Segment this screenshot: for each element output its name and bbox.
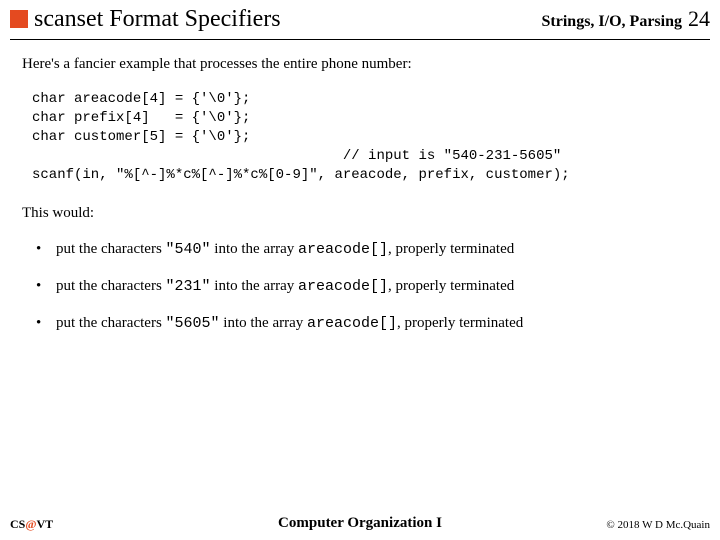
title-bullet-icon (10, 10, 28, 28)
footer-at: @ (25, 517, 36, 531)
footer-vt: VT (37, 517, 54, 531)
intro-text: Here's a fancier example that processes … (22, 54, 698, 74)
header-right: Strings, I/O, Parsing 24 (542, 6, 710, 32)
bullet-list: put the characters "540" into the array … (22, 233, 698, 345)
li-code: "540" (166, 241, 211, 258)
footer-left: CS@VT (10, 517, 53, 532)
li-code: areacode[] (307, 315, 397, 332)
list-item: put the characters "5605" into the array… (50, 307, 698, 344)
li-code: "5605" (166, 315, 220, 332)
body: Here's a fancier example that processes … (0, 40, 720, 345)
header: scanset Format Specifiers Strings, I/O, … (0, 0, 720, 33)
li-code: areacode[] (298, 241, 388, 258)
footer-cs: CS (10, 517, 25, 531)
li-text: into the array (220, 315, 307, 331)
list-item: put the characters "540" into the array … (50, 233, 698, 270)
page-number: 24 (688, 6, 710, 32)
li-text: , properly terminated (388, 278, 514, 294)
li-code: areacode[] (298, 278, 388, 295)
li-text: put the characters (56, 278, 166, 294)
explain-label: This would: (22, 203, 698, 223)
li-text: , properly terminated (397, 315, 523, 331)
li-code: "231" (166, 278, 211, 295)
slide-title: scanset Format Specifiers (34, 6, 542, 33)
slide: scanset Format Specifiers Strings, I/O, … (0, 0, 720, 540)
li-text: , properly terminated (388, 241, 514, 257)
li-text: into the array (211, 241, 298, 257)
footer-right: © 2018 W D Mc.Quain (606, 519, 710, 531)
li-text: into the array (211, 278, 298, 294)
li-text: put the characters (56, 241, 166, 257)
footer: CS@VT Computer Organization I © 2018 W D… (0, 517, 720, 532)
code-block: char areacode[4] = {'\0'}; char prefix[4… (22, 88, 698, 186)
section-label: Strings, I/O, Parsing (542, 13, 682, 31)
footer-center: Computer Organization I (278, 515, 442, 532)
list-item: put the characters "231" into the array … (50, 270, 698, 307)
li-text: put the characters (56, 315, 166, 331)
